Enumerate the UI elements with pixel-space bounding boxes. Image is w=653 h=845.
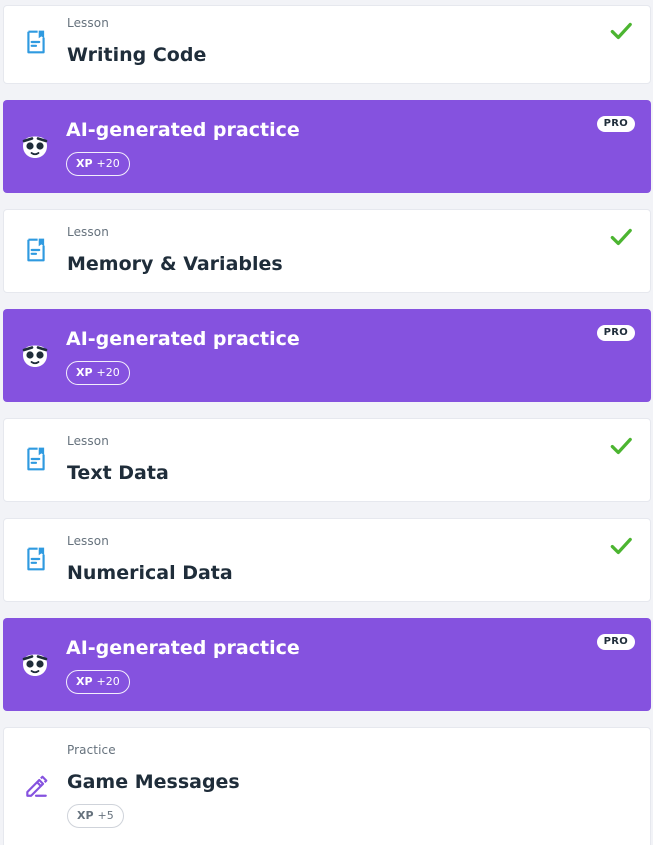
check-icon <box>608 433 634 459</box>
xp-value: +20 <box>96 675 120 688</box>
xp-label: XP <box>76 366 93 379</box>
item-kicker: Lesson <box>67 434 109 448</box>
item-kicker: Lesson <box>67 225 109 239</box>
lesson-card-numerical-data[interactable]: Lesson Numerical Data <box>3 518 651 602</box>
xp-value: +20 <box>96 157 120 170</box>
xp-label: XP <box>77 809 94 822</box>
practice-card-game-messages[interactable]: Practice Game Messages XP +5 <box>3 727 651 845</box>
document-icon <box>20 26 52 58</box>
item-title: Text Data <box>67 462 169 484</box>
item-title: AI-generated practice <box>66 119 300 141</box>
item-title: AI-generated practice <box>66 328 300 350</box>
document-icon <box>20 443 52 475</box>
item-kicker: Lesson <box>67 534 109 548</box>
pencil-icon <box>20 770 52 802</box>
lesson-card-writing-code[interactable]: Lesson Writing Code <box>3 5 651 84</box>
pro-badge: PRO <box>596 325 635 341</box>
item-title: AI-generated practice <box>66 637 300 659</box>
xp-badge: XP +20 <box>66 670 130 694</box>
ai-mascot-icon <box>19 649 51 681</box>
lesson-card-memory-variables[interactable]: Lesson Memory & Variables <box>3 209 651 293</box>
check-icon <box>608 18 634 44</box>
pro-badge: PRO <box>596 116 635 132</box>
xp-label: XP <box>76 675 93 688</box>
item-title: Game Messages <box>67 771 240 793</box>
ai-mascot-icon <box>19 340 51 372</box>
ai-practice-card[interactable]: AI-generated practice PRO XP +20 <box>3 618 651 711</box>
xp-badge: XP +20 <box>66 152 130 176</box>
ai-mascot-icon <box>19 131 51 163</box>
item-title: Writing Code <box>67 44 207 66</box>
check-icon <box>608 224 634 250</box>
item-title: Memory & Variables <box>67 253 283 275</box>
ai-practice-card[interactable]: AI-generated practice PRO XP +20 <box>3 100 651 193</box>
check-icon <box>608 533 634 559</box>
xp-value: +5 <box>97 809 114 822</box>
xp-label: XP <box>76 157 93 170</box>
lesson-card-text-data[interactable]: Lesson Text Data <box>3 418 651 502</box>
xp-badge: XP +20 <box>66 361 130 385</box>
document-icon <box>20 543 52 575</box>
item-kicker: Lesson <box>67 16 109 30</box>
ai-practice-card[interactable]: AI-generated practice PRO XP +20 <box>3 309 651 402</box>
item-title: Numerical Data <box>67 562 233 584</box>
xp-value: +20 <box>96 366 120 379</box>
xp-badge: XP +5 <box>67 804 124 828</box>
pro-badge: PRO <box>596 634 635 650</box>
item-kicker: Practice <box>67 743 116 757</box>
document-icon <box>20 234 52 266</box>
